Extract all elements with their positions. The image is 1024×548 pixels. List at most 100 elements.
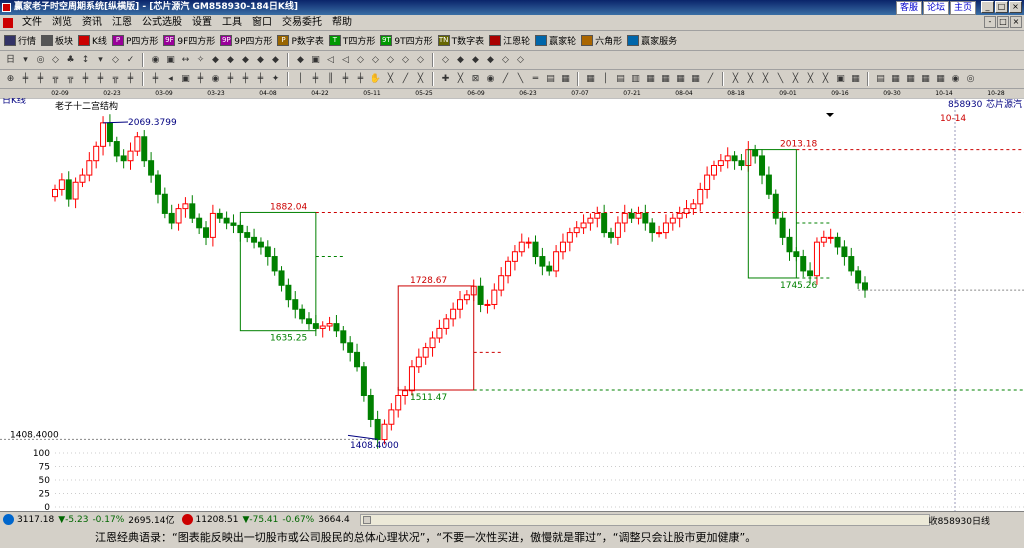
kline-chart[interactable]: 日K线 老子十二宫结构 2069.3799 1408.4000 1882.04 1635.… <box>0 98 1024 511</box>
menu-gann[interactable]: 江恩 <box>107 16 137 30</box>
analysis-tool-13-icon[interactable]: ◉ <box>209 73 222 86</box>
analysis-tool-17-icon[interactable]: ✦ <box>269 73 282 86</box>
analysis-tool-20-icon[interactable]: ║ <box>324 73 337 86</box>
analysis-tool-11-icon[interactable]: ▣ <box>179 73 192 86</box>
mdi-restore-button[interactable]: □ <box>997 16 1009 28</box>
draw-tool-5-icon[interactable]: ↕ <box>79 54 92 67</box>
toolbar-item-12[interactable]: 六角形 <box>581 34 622 47</box>
toolbar-item-9[interactable]: TN T数字表 <box>437 34 484 47</box>
draw-tool-22-icon[interactable]: ◇ <box>354 54 367 67</box>
toolbar-item-0[interactable]: 行情 <box>4 34 36 47</box>
analysis-tool-46-icon[interactable]: ╳ <box>744 73 757 86</box>
analysis-tool-51-icon[interactable]: ╳ <box>819 73 832 86</box>
analysis-tool-26-icon[interactable]: ╳ <box>414 73 427 86</box>
mdi-minimize-button[interactable]: - <box>984 16 996 28</box>
analysis-tool-14-icon[interactable]: ╪ <box>224 73 237 86</box>
menu-settings[interactable]: 设置 <box>187 16 217 30</box>
draw-tool-18-icon[interactable]: ◆ <box>294 54 307 67</box>
menu-info[interactable]: 资讯 <box>77 16 107 30</box>
draw-tool-23-icon[interactable]: ◇ <box>369 54 382 67</box>
menu-help[interactable]: 帮助 <box>327 16 357 30</box>
analysis-tool-9-icon[interactable]: ╪ <box>149 73 162 86</box>
analysis-tool-57-icon[interactable]: ▦ <box>919 73 932 86</box>
analysis-tool-58-icon[interactable]: ▦ <box>934 73 947 86</box>
analysis-tool-1-icon[interactable]: ╪ <box>19 73 32 86</box>
analysis-tool-43-icon[interactable]: ▦ <box>689 73 702 86</box>
draw-tool-7-icon[interactable]: ◇ <box>109 54 122 67</box>
analysis-tool-10-icon[interactable]: ◂ <box>164 73 177 86</box>
analysis-tool-25-icon[interactable]: ╱ <box>399 73 412 86</box>
draw-tool-16-icon[interactable]: ◆ <box>254 54 267 67</box>
analysis-tool-15-icon[interactable]: ╪ <box>239 73 252 86</box>
analysis-tool-34-icon[interactable]: ▤ <box>544 73 557 86</box>
draw-tool-30-icon[interactable]: ◆ <box>484 54 497 67</box>
analysis-tool-12-icon[interactable]: ╪ <box>194 73 207 86</box>
toolbar-item-1[interactable]: 板块 <box>41 34 73 47</box>
chart-area[interactable]: 日K线 老子十二宫结构 2069.3799 1408.4000 1882.04 1635.… <box>0 98 1024 511</box>
menu-tools[interactable]: 工具 <box>217 16 247 30</box>
draw-tool-28-icon[interactable]: ◆ <box>454 54 467 67</box>
analysis-tool-41-icon[interactable]: ▦ <box>659 73 672 86</box>
toolbar-item-10[interactable]: 江恩轮 <box>489 34 530 47</box>
analysis-tool-52-icon[interactable]: ▣ <box>834 73 847 86</box>
analysis-tool-21-icon[interactable]: ╪ <box>339 73 352 86</box>
draw-tool-4-icon[interactable]: ♣ <box>64 54 77 67</box>
analysis-tool-39-icon[interactable]: ▥ <box>629 73 642 86</box>
analysis-tool-55-icon[interactable]: ▦ <box>889 73 902 86</box>
draw-tool-11-icon[interactable]: ↔ <box>179 54 192 67</box>
toolbar-item-6[interactable]: P P数字表 <box>277 34 324 47</box>
analysis-tool-16-icon[interactable]: ╪ <box>254 73 267 86</box>
draw-tool-12-icon[interactable]: ✧ <box>194 54 207 67</box>
menu-formula[interactable]: 公式选股 <box>137 16 187 30</box>
draw-tool-2-icon[interactable]: ◎ <box>34 54 47 67</box>
maximize-button[interactable]: □ <box>995 1 1008 13</box>
close-button[interactable]: × <box>1009 1 1022 13</box>
draw-tool-25-icon[interactable]: ◇ <box>399 54 412 67</box>
analysis-tool-24-icon[interactable]: ╳ <box>384 73 397 86</box>
analysis-tool-23-icon[interactable]: ✋ <box>369 73 382 86</box>
minimize-button[interactable]: _ <box>981 1 994 13</box>
draw-tool-21-icon[interactable]: ◁ <box>339 54 352 67</box>
horizontal-scrollbar[interactable] <box>359 513 930 526</box>
analysis-tool-5-icon[interactable]: ╪ <box>79 73 92 86</box>
analysis-tool-38-icon[interactable]: ▤ <box>614 73 627 86</box>
menu-browse[interactable]: 浏览 <box>47 16 77 30</box>
toolbar-item-4[interactable]: 9F 9F四方形 <box>163 34 215 47</box>
analysis-tool-59-icon[interactable]: ◉ <box>949 73 962 86</box>
draw-tool-13-icon[interactable]: ◆ <box>209 54 222 67</box>
analysis-tool-33-icon[interactable]: ═ <box>529 73 542 86</box>
analysis-tool-4-icon[interactable]: ╦ <box>64 73 77 86</box>
toolbar-item-5[interactable]: 9P 9P四方形 <box>220 34 272 47</box>
analysis-tool-0-icon[interactable]: ⊕ <box>4 73 17 86</box>
analysis-tool-50-icon[interactable]: ╳ <box>804 73 817 86</box>
draw-tool-15-icon[interactable]: ◆ <box>239 54 252 67</box>
analysis-tool-27-icon[interactable]: ✚ <box>439 73 452 86</box>
analysis-tool-36-icon[interactable]: ▦ <box>584 73 597 86</box>
draw-tool-0-icon[interactable]: 日 <box>4 54 17 67</box>
analysis-tool-40-icon[interactable]: ▦ <box>644 73 657 86</box>
analysis-tool-18-icon[interactable]: │ <box>294 73 307 86</box>
draw-tool-27-icon[interactable]: ◇ <box>439 54 452 67</box>
mdi-close-button[interactable]: × <box>1010 16 1022 28</box>
draw-tool-6-icon[interactable]: ▾ <box>94 54 107 67</box>
analysis-tool-22-icon[interactable]: ╪ <box>354 73 367 86</box>
analysis-tool-7-icon[interactable]: ╦ <box>109 73 122 86</box>
analysis-tool-53-icon[interactable]: ▦ <box>849 73 862 86</box>
forum-link[interactable]: 论坛 <box>922 1 949 15</box>
draw-tool-1-icon[interactable]: ▾ <box>19 54 32 67</box>
analysis-tool-42-icon[interactable]: ▦ <box>674 73 687 86</box>
analysis-tool-32-icon[interactable]: ╲ <box>514 73 527 86</box>
analysis-tool-37-icon[interactable]: │ <box>599 73 612 86</box>
home-link[interactable]: 主页 <box>949 1 976 15</box>
analysis-tool-29-icon[interactable]: ⊠ <box>469 73 482 86</box>
toolbar-item-7[interactable]: T T四方形 <box>328 34 375 47</box>
scroll-thumb[interactable] <box>362 515 371 524</box>
analysis-tool-47-icon[interactable]: ╳ <box>759 73 772 86</box>
analysis-tool-3-icon[interactable]: ╦ <box>49 73 62 86</box>
analysis-tool-28-icon[interactable]: ╳ <box>454 73 467 86</box>
toolbar-item-3[interactable]: P P四方形 <box>111 34 158 47</box>
analysis-tool-60-icon[interactable]: ◎ <box>964 73 977 86</box>
toolbar-item-2[interactable]: K线 <box>78 34 107 47</box>
draw-tool-10-icon[interactable]: ▣ <box>164 54 177 67</box>
draw-tool-20-icon[interactable]: ◁ <box>324 54 337 67</box>
